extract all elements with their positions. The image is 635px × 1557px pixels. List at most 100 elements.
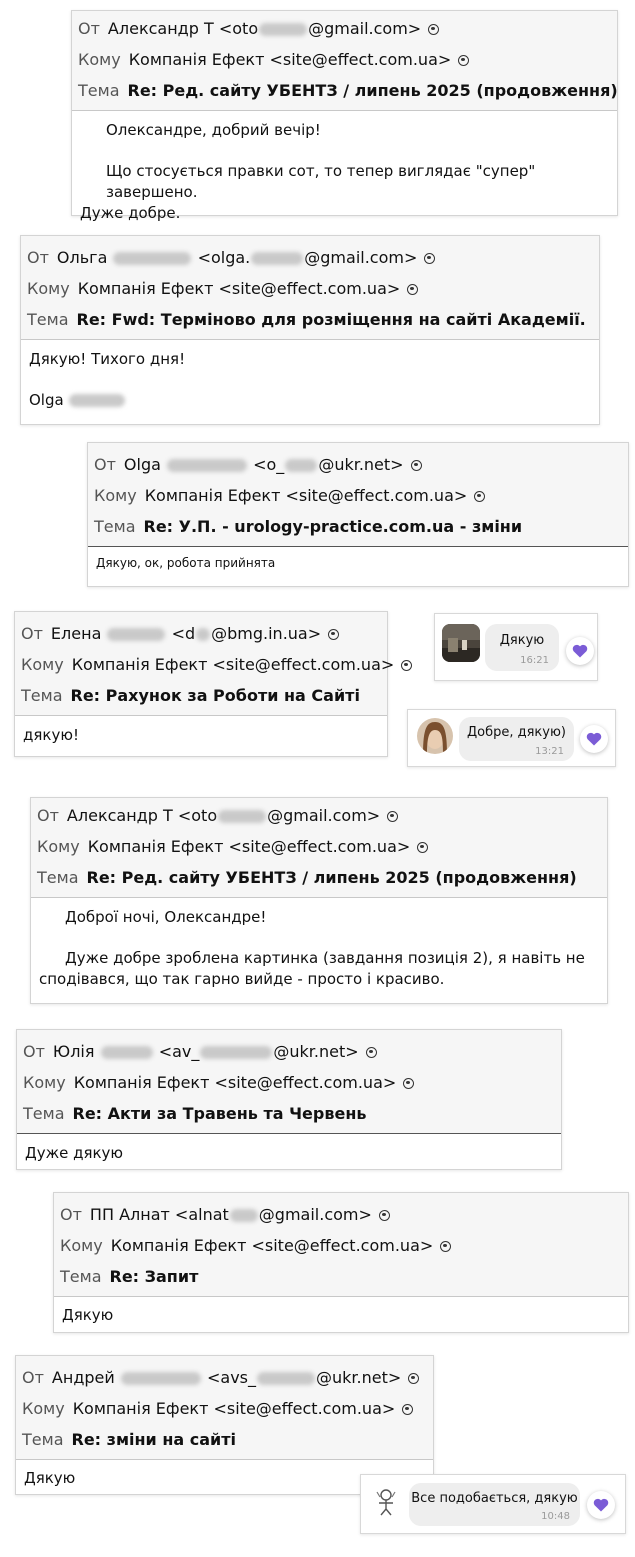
avatar (442, 624, 480, 662)
sender-email-start: <av_ (158, 1042, 200, 1061)
body-line: Дякую (62, 1306, 114, 1324)
email-header: От Olga <o_ @ukr.net> Кому Компанія Ефект <… (88, 443, 628, 547)
subject-text: Re: Fwd: Терміново для розміщення на сай… (76, 310, 586, 329)
subject-label: Тема (22, 1430, 64, 1449)
message-bubble: Все подобається, дякую 10:48 (409, 1483, 580, 1526)
like-button[interactable] (580, 725, 608, 753)
contact-icon[interactable] (365, 1047, 377, 1058)
to-row: Кому Компанія Ефект <site@effect.com.ua> (17, 1067, 561, 1098)
from-label: От (22, 1368, 44, 1387)
body-line: Що стосується правки сот, то тепер вигля… (106, 162, 536, 201)
contact-icon[interactable] (401, 660, 413, 671)
from-label: От (23, 1042, 45, 1061)
to-row: Кому Компанія Ефект <site@effect.com.ua> (54, 1230, 628, 1261)
contact-icon[interactable] (458, 55, 470, 66)
subject-row: Тема Re: У.П. - urology-practice.com.ua -… (88, 511, 628, 542)
redacted-text (100, 1046, 153, 1059)
to-label: Кому (78, 50, 121, 69)
sender-email-start: <d (171, 624, 196, 643)
from-row: От Александр Т <oto @gmail.com> (31, 800, 607, 831)
contact-icon[interactable] (378, 1210, 390, 1221)
heart-icon (572, 644, 588, 658)
message-time: 16:21 (520, 655, 549, 666)
email-card: От Ольга <olga. @gmail.com> Кому Компанія Е… (20, 235, 600, 425)
redacted-text (107, 628, 166, 641)
from-label: От (21, 624, 43, 643)
body-line: Олександре, добрий вечір! (106, 121, 321, 139)
to-row: Кому Компанія Ефект <site@effect.com.ua> (16, 1393, 433, 1424)
email-body: Дякую, ок, робота прийнята (88, 547, 628, 583)
email-card: От Александр Т <oto @gmail.com> Кому Компан… (71, 10, 618, 222)
sender-name[interactable]: Елена (51, 624, 101, 643)
message-time: 10:48 (541, 1511, 570, 1522)
contact-icon[interactable] (407, 284, 419, 295)
from-row: От Юлія <av_ @ukr.net> (17, 1036, 561, 1067)
sender-name[interactable]: Ольга (57, 248, 107, 267)
sender-name[interactable]: Olga (124, 455, 161, 474)
chat-message-card: Все подобається, дякую 10:48 (360, 1474, 626, 1534)
subject-text: Re: Рахунок за Роботи на Сайті (70, 686, 360, 705)
email-card: От Юлія <av_ @ukr.net> Кому Компанія Ефект … (16, 1029, 562, 1170)
recipient[interactable]: Компанія Ефект <site@effect.com.ua> (111, 1236, 434, 1255)
subject-label: Тема (78, 81, 120, 100)
like-button[interactable] (566, 637, 594, 665)
email-header: От Александр Т <oto @gmail.com> Кому Компан… (31, 798, 607, 898)
contact-icon[interactable] (417, 842, 429, 853)
contact-icon[interactable] (410, 460, 422, 471)
redacted-text (218, 810, 267, 823)
sender-name[interactable]: Александр Т (108, 19, 214, 38)
recipient[interactable]: Компанія Ефект <site@effect.com.ua> (73, 1399, 396, 1418)
subject-row: Тема Re: Запит (54, 1261, 628, 1292)
email-card: От Olga <o_ @ukr.net> Кому Компанія Ефект <… (87, 442, 629, 587)
sender-email-end: @ukr.net> (316, 1368, 402, 1387)
to-label: Кому (27, 279, 70, 298)
body-line: Дякую! Тихого дня! (29, 350, 186, 368)
email-body: Олександре, добрий вечір! Що стосується … (72, 111, 617, 233)
redacted-text (200, 1046, 273, 1059)
to-label: Кому (94, 486, 137, 505)
contact-icon[interactable] (387, 811, 399, 822)
contact-icon[interactable] (403, 1078, 415, 1089)
email-card: От ПП Алнат <alnat @gmail.com> Кому Компані… (53, 1192, 629, 1333)
from-row: От Ольга <olga. @gmail.com> (21, 242, 599, 273)
sender-name[interactable]: Юлія (53, 1042, 95, 1061)
contact-icon[interactable] (408, 1373, 420, 1384)
contact-icon[interactable] (402, 1404, 414, 1415)
sender-email-end: @ukr.net> (318, 455, 404, 474)
email-header: От ПП Алнат <alnat @gmail.com> Кому Компані… (54, 1193, 628, 1297)
contact-icon[interactable] (428, 24, 440, 35)
recipient[interactable]: Компанія Ефект <site@effect.com.ua> (74, 1073, 397, 1092)
contact-icon[interactable] (424, 253, 436, 264)
recipient[interactable]: Компанія Ефект <site@effect.com.ua> (129, 50, 452, 69)
redacted-text (285, 459, 318, 472)
to-row: Кому Компанія Ефект <site@effect.com.ua> (21, 273, 599, 304)
recipient[interactable]: Компанія Ефект <site@effect.com.ua> (78, 279, 401, 298)
sender-name[interactable]: Андрей (52, 1368, 115, 1387)
sender-name[interactable]: ПП Алнат (90, 1205, 170, 1224)
sender-name[interactable]: Александр Т (67, 806, 173, 825)
from-label: От (94, 455, 116, 474)
sender-email-end: @gmail.com> (308, 19, 422, 38)
subject-text: Re: Ред. сайту УБЕНТЗ / липень 2025 (про… (127, 81, 618, 100)
contact-icon[interactable] (328, 629, 340, 640)
to-label: Кому (60, 1236, 103, 1255)
recipient[interactable]: Компанія Ефект <site@effect.com.ua> (88, 837, 411, 856)
message-text: Добре, дякую) (466, 725, 566, 740)
subject-row: Тема Re: Акти за Травень та Червень (17, 1098, 561, 1129)
subject-label: Тема (23, 1104, 65, 1123)
subject-text: Re: зміни на сайті (71, 1430, 237, 1449)
sender-email-start: <o_ (253, 455, 285, 474)
contact-icon[interactable] (474, 491, 486, 502)
recipient[interactable]: Компанія Ефект <site@effect.com.ua> (145, 486, 468, 505)
email-body: Доброї ночі, Олександре! Дуже добре зроб… (31, 898, 607, 999)
email-body: дякую! (15, 716, 387, 755)
email-card: От Елена <d @bmg.in.ua> Кому Компанія Ефект… (14, 611, 413, 757)
email-header: От Александр Т <oto @gmail.com> Кому Компан… (72, 11, 618, 111)
redacted-text (229, 1209, 258, 1222)
body-line: дякую! (23, 726, 79, 744)
subject-row: Тема Re: зміни на сайті (16, 1424, 433, 1455)
like-button[interactable] (587, 1491, 615, 1519)
recipient[interactable]: Компанія Ефект <site@effect.com.ua> (72, 655, 395, 674)
subject-row: Тема Re: Рахунок за Роботи на Сайті (15, 680, 387, 711)
contact-icon[interactable] (440, 1241, 452, 1252)
